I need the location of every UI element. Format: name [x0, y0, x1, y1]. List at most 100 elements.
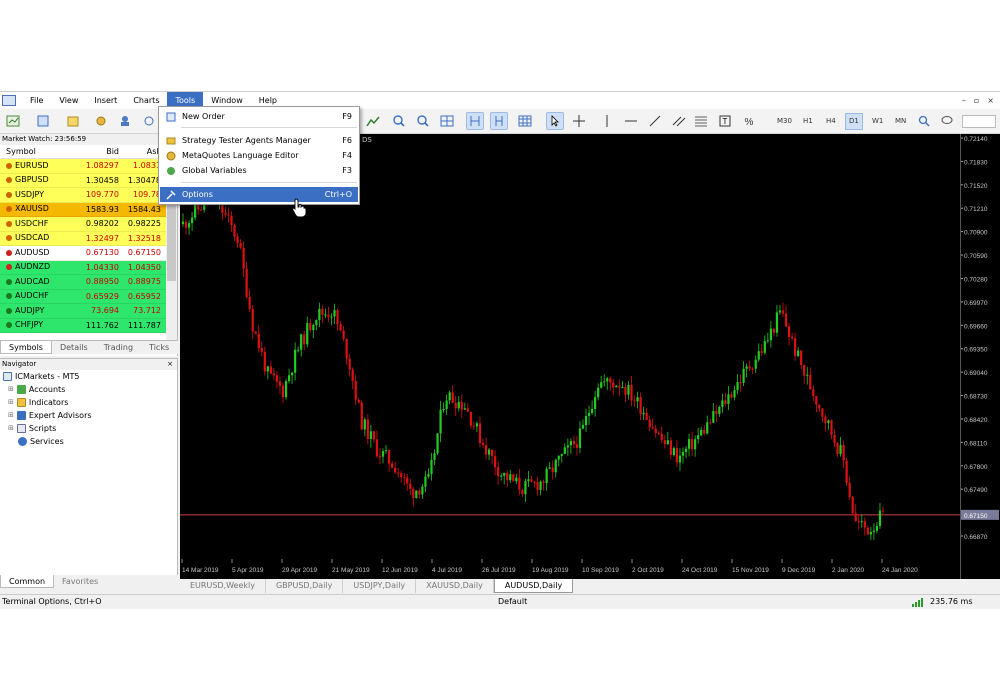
- expand-icon[interactable]: ⊞: [8, 422, 14, 435]
- chart-shift-icon[interactable]: [490, 112, 508, 130]
- candle-body: [715, 411, 718, 414]
- row-ask: 73.712: [133, 306, 161, 315]
- minimize-icon[interactable]: –: [962, 96, 966, 105]
- signals-icon[interactable]: [140, 112, 158, 130]
- market-watch-row[interactable]: AUDCHF 0.65929 0.65952: [0, 289, 177, 304]
- market-watch-row[interactable]: CHFJPY 111.762 111.787: [0, 318, 177, 333]
- candle-body: [781, 310, 785, 314]
- chart-tabs: EURUSD,Weekly GBPUSD,Daily USDJPY,Daily …: [180, 579, 1000, 593]
- expand-icon[interactable]: ⊞: [8, 396, 14, 409]
- menu-view[interactable]: View: [51, 92, 86, 109]
- timeframe-w1[interactable]: W1: [869, 113, 886, 130]
- text-icon[interactable]: T: [716, 112, 734, 130]
- profiles-icon[interactable]: [34, 112, 52, 130]
- expand-icon[interactable]: ⊞: [8, 409, 14, 422]
- horizontal-line-icon[interactable]: [622, 112, 640, 130]
- row-bid: 0.65929: [85, 291, 119, 301]
- zoom-in-icon[interactable]: [390, 112, 408, 130]
- tab-favorites[interactable]: Favorites: [54, 575, 106, 588]
- timeframe-m30[interactable]: M30: [774, 113, 795, 130]
- candle-body: [830, 420, 833, 435]
- menu-item-new-order[interactable]: New Order F9: [160, 109, 358, 124]
- tab-trading[interactable]: Trading: [96, 341, 141, 354]
- navigator-item-scripts[interactable]: ⊞ Scripts: [0, 422, 177, 435]
- restore-icon[interactable]: ▫: [974, 96, 979, 105]
- timeframe-mn[interactable]: MN: [892, 113, 909, 130]
- market-watch-row[interactable]: USDCAD 1.32497 1.32518: [0, 231, 177, 246]
- menu-item-strategy-tester-agents[interactable]: Strategy Tester Agents Manager F6: [160, 133, 358, 148]
- chart-tab-audusd-daily[interactable]: AUDUSD,Daily: [493, 579, 574, 593]
- navigator-root[interactable]: ICMarkets - MT5: [0, 370, 177, 383]
- chat-icon[interactable]: [938, 112, 956, 130]
- search-icon[interactable]: [915, 112, 933, 130]
- candle-body: [309, 323, 312, 331]
- candle-body: [824, 416, 827, 424]
- candle-body: [845, 460, 848, 483]
- new-chart-icon[interactable]: [4, 112, 22, 130]
- chart-tab-eurusd-weekly[interactable]: EURUSD,Weekly: [180, 579, 266, 593]
- data-window-icon[interactable]: [92, 112, 110, 130]
- menu-item-options[interactable]: Options Ctrl+O: [160, 187, 358, 202]
- candle-body: [439, 409, 442, 434]
- navigator-item-indicators[interactable]: ⊞ Indicators: [0, 396, 177, 409]
- tab-details[interactable]: Details: [52, 341, 96, 354]
- channel-icon[interactable]: [670, 112, 688, 130]
- trend-line-icon[interactable]: [646, 112, 664, 130]
- navigator-item-accounts[interactable]: ⊞ Accounts: [0, 383, 177, 396]
- tile-windows-icon[interactable]: [438, 112, 456, 130]
- menu-insert[interactable]: Insert: [86, 92, 125, 109]
- line-chart-icon[interactable]: [364, 112, 382, 130]
- market-watch-row[interactable]: EURUSD 1.08297 1.0831: [0, 159, 177, 174]
- window-controls: – ▫ ×: [962, 96, 1000, 105]
- navigator-item-services[interactable]: Services: [0, 435, 177, 448]
- menu-item-language-editor[interactable]: MetaQuotes Language Editor F4: [160, 148, 358, 163]
- market-watch-row[interactable]: USDCHF 0.98202 0.98225: [0, 217, 177, 232]
- navigator-item-expert-advisors[interactable]: ⊞ Expert Advisors: [0, 409, 177, 422]
- chart-tab-xauusd-daily[interactable]: XAUUSD,Daily: [416, 579, 494, 593]
- market-watch-row[interactable]: XAUUSD 1583.93 1584.43: [0, 202, 177, 217]
- candle-body: [787, 326, 791, 337]
- market-watch-icon[interactable]: [64, 112, 82, 130]
- expand-icon[interactable]: ⊞: [8, 383, 14, 396]
- market-watch-row[interactable]: AUDNZD 1.04330 1.04350: [0, 260, 177, 275]
- fibonacci-icon[interactable]: [692, 112, 710, 130]
- row-symbol: CHFJPY: [0, 319, 80, 333]
- candle-body: [524, 481, 527, 495]
- global-vars-icon: [160, 163, 182, 178]
- status-ping: 235.76 ms: [930, 597, 973, 606]
- timeframe-h1[interactable]: H1: [800, 113, 816, 130]
- market-watch-row[interactable]: AUDJPY 73.694 73.712: [0, 304, 177, 319]
- chart-tab-usdjpy-daily[interactable]: USDJPY,Daily: [343, 579, 417, 593]
- navigator-icon[interactable]: [116, 112, 134, 130]
- column-bid[interactable]: Bid: [80, 145, 122, 158]
- candle-body: [630, 384, 633, 401]
- indicators-icon[interactable]: %: [740, 112, 758, 130]
- tab-common[interactable]: Common: [0, 575, 55, 588]
- close-icon[interactable]: ×: [987, 96, 994, 105]
- grid-icon[interactable]: [516, 112, 534, 130]
- candle-body: [551, 467, 554, 473]
- chart-tab-gbpusd-daily[interactable]: GBPUSD,Daily: [266, 579, 344, 593]
- vertical-line-icon[interactable]: [598, 112, 616, 130]
- market-watch-row[interactable]: GBPUSD 1.30458 1.30478: [0, 173, 177, 188]
- tab-symbols[interactable]: Symbols: [0, 341, 52, 354]
- tab-ticks[interactable]: Ticks: [141, 341, 177, 354]
- candle-body: [190, 217, 194, 224]
- menu-item-global-variables[interactable]: Global Variables F3: [160, 163, 358, 178]
- cursor-icon[interactable]: [546, 112, 564, 130]
- market-watch-row[interactable]: AUDCAD 0.88950 0.88975: [0, 275, 177, 290]
- candle-body: [345, 338, 348, 359]
- column-symbol[interactable]: Symbol: [0, 145, 80, 158]
- market-watch-row[interactable]: USDJPY 109.770 109.78: [0, 188, 177, 203]
- candle-body: [248, 296, 251, 310]
- timeframe-h4[interactable]: H4: [823, 113, 839, 130]
- candle-body: [821, 408, 824, 417]
- market-watch-row[interactable]: AUDUSD 0.67130 0.67150: [0, 246, 177, 261]
- search-input[interactable]: [962, 115, 996, 128]
- zoom-out-icon[interactable]: [414, 112, 432, 130]
- timeframe-d1[interactable]: D1: [845, 113, 863, 130]
- crosshair-icon[interactable]: [570, 112, 588, 130]
- navigator-close-icon[interactable]: ×: [167, 359, 173, 370]
- auto-scroll-icon[interactable]: [466, 112, 484, 130]
- menu-file[interactable]: File: [22, 92, 51, 109]
